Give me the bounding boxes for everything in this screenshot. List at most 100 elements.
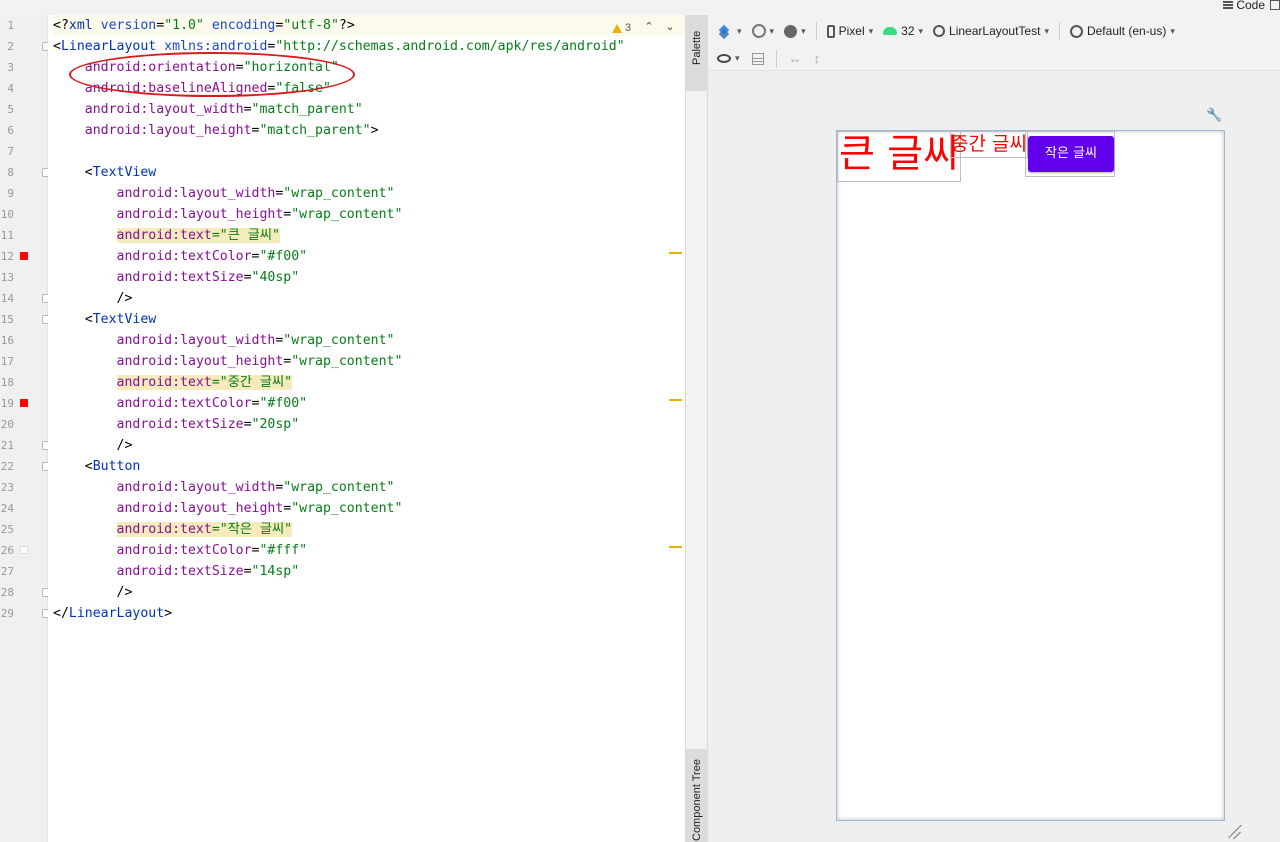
code-line[interactable]: <?xml version="1.0" encoding="utf-8"?> <box>53 15 685 36</box>
preview-small-button[interactable]: 작은 글씨 <box>1028 136 1114 172</box>
code-line[interactable]: android:layout_height="wrap_content" <box>53 204 403 225</box>
code-token: = <box>243 102 252 117</box>
code-token: layout_width <box>180 333 276 348</box>
code-line[interactable]: </LinearLayout> <box>53 603 172 624</box>
code-line[interactable]: /> <box>53 435 133 456</box>
code-line[interactable]: /> <box>53 582 133 603</box>
toolbar-divider <box>1058 22 1060 40</box>
theme-selector[interactable]: LinearLayoutTest ▾ <box>930 20 1052 42</box>
expand-horizontal-button[interactable]: ↔ <box>786 48 805 70</box>
palette-tab[interactable]: Palette <box>686 15 708 91</box>
expand-vertical-button[interactable]: ↕ <box>811 48 824 70</box>
code-line[interactable]: android:textSize="40sp" <box>53 267 300 288</box>
code-line[interactable]: android:text="큰 글씨" <box>53 225 280 246</box>
wrench-icon[interactable]: 🔧 <box>1206 107 1222 123</box>
design-surface-button[interactable]: ▾ <box>714 20 745 42</box>
rotate-icon <box>751 24 766 38</box>
view-mode-bar: Code <box>0 0 1280 15</box>
code-line[interactable]: android:textColor="#f00" <box>53 246 308 267</box>
code-line[interactable]: <LinearLayout xmlns:android="http://sche… <box>53 36 625 57</box>
code-token: = <box>243 564 252 579</box>
view-options-button[interactable]: ▾ <box>714 48 743 70</box>
code-line[interactable]: android:textColor="#f00" <box>53 393 308 414</box>
design-toolbar: ▾ ▾ ▾ Pixel ▾ 32 ▾ LinearLayoutTest ▾ De… <box>708 15 1280 47</box>
code-token: ="작은 글씨" <box>211 522 293 537</box>
code-token: android: <box>116 396 181 411</box>
component-tree-tab[interactable]: Component Tree <box>686 749 708 842</box>
chevron-down-icon: ▾ <box>918 25 924 36</box>
layout-design-panel: ▾ ▾ ▾ Pixel ▾ 32 ▾ LinearLayoutTest ▾ De… <box>708 15 1280 842</box>
resize-handle[interactable] <box>1226 823 1242 839</box>
code-line[interactable]: android:layout_width="wrap_content" <box>53 183 395 204</box>
code-line[interactable]: android:layout_height="wrap_content" <box>53 498 403 519</box>
line-number: 24 <box>0 502 14 515</box>
code-line[interactable]: android:textSize="20sp" <box>53 414 300 435</box>
next-highlight-icon[interactable]: ⌄ <box>664 20 676 34</box>
code-line[interactable]: android:text="중간 글씨" <box>53 372 293 393</box>
line-number: 20 <box>0 418 14 431</box>
split-view-icon[interactable] <box>1270 0 1280 10</box>
code-line[interactable]: android:layout_height="match_parent"> <box>53 120 379 141</box>
code-line[interactable]: <Button <box>53 456 141 477</box>
code-token: "wrap_content" <box>291 501 403 516</box>
warning-triangle-icon <box>612 23 622 33</box>
code-token: textSize <box>180 564 244 579</box>
color-swatch-icon[interactable] <box>20 399 28 407</box>
line-number: 9 <box>7 187 14 200</box>
code-token: version <box>100 18 157 33</box>
preview-big-text[interactable]: 큰 글씨 <box>837 131 962 182</box>
error-stripe-mark[interactable] <box>669 546 682 548</box>
color-swatch-icon[interactable] <box>20 252 28 260</box>
orientation-button[interactable]: ▾ <box>749 20 778 42</box>
error-stripe-mark[interactable] <box>669 252 682 254</box>
code-line[interactable]: android:textColor="#fff" <box>53 540 308 561</box>
code-token: LinearLayout <box>60 39 165 54</box>
night-mode-button[interactable]: ▾ <box>781 20 809 42</box>
code-token: Button <box>92 459 141 474</box>
locale-selector[interactable]: Default (en-us) ▾ <box>1067 20 1178 42</box>
chevron-down-icon: ▾ <box>1170 25 1175 36</box>
code-token: TextView <box>92 165 157 180</box>
code-token: "wrap_content" <box>283 480 395 495</box>
error-stripe-mark[interactable] <box>669 399 682 401</box>
code-line[interactable]: <TextView <box>53 309 156 330</box>
code-line[interactable]: android:layout_height="wrap_content" <box>53 351 403 372</box>
code-line[interactable]: android:textSize="14sp" <box>53 561 300 582</box>
layers-icon <box>717 24 733 38</box>
code-line[interactable]: android:text="작은 글씨" <box>53 519 293 540</box>
code-lines-icon <box>1223 0 1234 9</box>
code-line[interactable]: /> <box>53 288 133 309</box>
device-selector[interactable]: Pixel ▾ <box>824 20 877 42</box>
side-tool-strip: Palette Component Tree <box>685 15 708 842</box>
line-number: 18 <box>0 376 14 389</box>
preview-mid-text[interactable]: 중간 글씨 <box>950 131 1028 158</box>
code-line[interactable]: android:layout_width="wrap_content" <box>53 477 395 498</box>
margins-button[interactable] <box>749 48 767 70</box>
warnings-indicator[interactable]: 3 <box>612 22 631 34</box>
previous-highlight-icon[interactable]: ⌃ <box>643 20 655 34</box>
color-swatch-icon[interactable] <box>20 546 28 554</box>
code-area[interactable]: <?xml version="1.0" encoding="utf-8"?> <L… <box>48 15 685 842</box>
code-line[interactable]: <TextView <box>53 162 156 183</box>
line-number: 7 <box>7 145 14 158</box>
code-token: layout_height <box>180 354 284 369</box>
xml-code-editor[interactable]: 1 2 3 4 5 6 7 8 9 10 11 12 13 14 15 16 17 18 19 20 21 22 23 24 2… <box>0 15 685 842</box>
theme-label: LinearLayoutTest <box>949 24 1041 38</box>
code-token: "20sp" <box>251 417 300 432</box>
line-number: 17 <box>0 355 14 368</box>
code-token: android:text <box>116 522 212 537</box>
night-mode-icon <box>784 24 798 38</box>
code-view-toggle[interactable]: Code <box>1223 0 1280 12</box>
device-preview[interactable]: 큰 글씨 중간 글씨 작은 글씨 <box>836 130 1225 821</box>
line-number: 16 <box>0 334 14 347</box>
preview-button-frame[interactable]: 작은 글씨 <box>1025 131 1115 177</box>
line-number: 3 <box>7 61 14 74</box>
code-token: "40sp" <box>251 270 300 285</box>
warning-count: 3 <box>625 22 632 34</box>
code-line[interactable]: android:layout_width="wrap_content" <box>53 330 395 351</box>
code-token: android: <box>116 480 181 495</box>
code-line[interactable]: android:layout_width="match_parent" <box>53 99 363 120</box>
api-level-selector[interactable]: 32 ▾ <box>880 20 926 42</box>
